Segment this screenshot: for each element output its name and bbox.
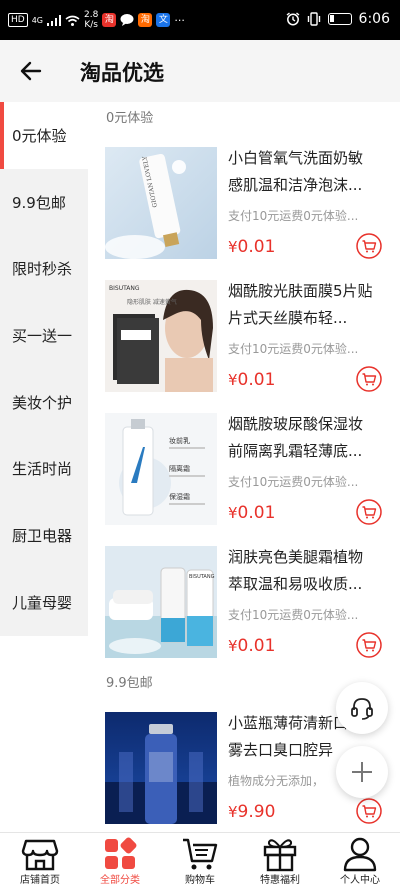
alarm-icon [286, 12, 299, 26]
sidebar-item-flash-sale[interactable]: 限时秒杀 [0, 235, 88, 302]
sidebar-item-buy-one-get-one[interactable]: 买一送一 [0, 302, 88, 369]
sidebar-item-lifestyle[interactable]: 生活时尚 [0, 435, 88, 502]
product-title: 烟酰胺玻尿酸保湿妆前隔离乳霜轻薄底... [228, 415, 364, 460]
plus-icon [352, 762, 372, 782]
svg-text:隔离霜: 隔离霜 [169, 464, 190, 473]
product-subtitle: 支付10元运费0元体验... [228, 209, 359, 223]
bottom-tab-bar: 店铺首页 全部分类 购物车 特惠福利 个人中心 [0, 832, 400, 888]
cart-icon [183, 838, 218, 870]
add-to-cart-icon[interactable] [356, 798, 382, 824]
tab-all-categories[interactable]: 全部分类 [80, 833, 160, 888]
sidebar-item-label: 厨卫电器 [12, 526, 73, 545]
tab-label: 全部分类 [100, 875, 140, 886]
user-icon [343, 837, 377, 872]
sidebar-item-label: 9.9包邮 [12, 193, 66, 212]
signal-label: 4G [31, 15, 43, 25]
battery-icon [327, 13, 352, 25]
product-card[interactable]: GIOTAN LOVELY 小白管氧气洗面奶敏感肌温和洁净泡沫... 支付10元… [88, 135, 400, 268]
product-subtitle: 支付10元运费0元体验... [228, 342, 359, 356]
product-card[interactable]: BISUTANG 隐形肌肤 减速黄气 烟酰胺光肤面膜5片贴片式天丝膜布轻... … [88, 268, 400, 401]
product-card[interactable]: 妆前乳 隔离霜 保湿霜 烟酰胺玻尿酸保湿妆前隔离乳霜轻薄底... 支付10元运费… [88, 401, 400, 534]
tab-label: 购物车 [185, 875, 215, 886]
product-image [105, 712, 217, 824]
sidebar-item-label: 0元体验 [12, 126, 67, 145]
hd-indicator: HD [8, 13, 28, 27]
tab-label: 特惠福利 [260, 875, 300, 886]
svg-text:BISUTANG: BISUTANG [189, 574, 215, 580]
svg-text:隐形肌肤 减速黄气: 隐形肌肤 减速黄气 [127, 298, 177, 306]
product-subtitle: 支付10元运费0元体验... [228, 608, 359, 622]
back-arrow-icon[interactable] [18, 58, 44, 84]
wifi-icon [65, 15, 80, 26]
taobao-app-icon: 淘 [138, 13, 153, 27]
section-header: 0元体验 [106, 111, 154, 126]
status-bar: HD 4G 2.8 K/s 淘 淘 文 ··· 6:06 [0, 0, 400, 40]
network-speed: 2.8 K/s [84, 10, 99, 30]
product-image: BISUTANG 隐形肌肤 减速黄气 [105, 280, 217, 392]
category-sidebar: 0元体验 9.9包邮 限时秒杀 买一送一 美妆个护 生活时尚 厨卫电器 儿童母婴 [0, 102, 88, 636]
more-notifications: ··· [174, 13, 185, 27]
svg-text:BISUTANG: BISUTANG [109, 285, 140, 292]
sidebar-item-beauty[interactable]: 美妆个护 [0, 369, 88, 436]
sidebar-item-appliances[interactable]: 厨卫电器 [0, 502, 88, 569]
product-price: ¥0.01 [228, 503, 276, 523]
svg-text:保湿霜: 保湿霜 [169, 492, 190, 501]
page-header: 淘品优选 [0, 40, 400, 102]
add-to-cart-icon[interactable] [356, 499, 382, 525]
product-title: 润肤亮色美腿霜植物萃取温和易吸收质... [228, 548, 364, 593]
product-price: ¥0.01 [228, 636, 276, 656]
sidebar-item-9-9-free-shipping[interactable]: 9.9包邮 [0, 169, 88, 236]
sidebar-item-label: 生活时尚 [12, 460, 73, 479]
translate-app-icon: 文 [156, 13, 171, 27]
product-title: 烟酰胺光肤面膜5片贴片式天丝膜布轻... [228, 282, 373, 327]
clock: 6:06 [358, 11, 390, 27]
shopping-app-icon: 淘 [102, 13, 117, 27]
product-title: 小白管氧气洗面奶敏感肌温和洁净泡沫... [228, 149, 364, 194]
product-price: ¥0.01 [228, 237, 276, 257]
sidebar-item-label: 儿童母婴 [12, 593, 73, 612]
add-button[interactable] [336, 746, 388, 798]
product-subtitle: 支付10元运费0元体验... [228, 475, 359, 489]
customer-service-button[interactable] [336, 682, 388, 734]
sidebar-item-label: 买一送一 [12, 326, 73, 345]
tab-label: 个人中心 [340, 875, 380, 886]
gift-icon [263, 839, 297, 872]
add-to-cart-icon[interactable] [356, 366, 382, 392]
sidebar-item-kids-baby[interactable]: 儿童母婴 [0, 569, 88, 636]
product-image: BISUTANG [105, 546, 217, 658]
store-icon [21, 839, 59, 871]
headset-icon [351, 698, 373, 720]
sidebar-item-label: 美妆个护 [12, 393, 73, 412]
product-price: ¥0.01 [228, 370, 276, 390]
add-to-cart-icon[interactable] [356, 233, 382, 259]
product-card[interactable]: BISUTANG 润肤亮色美腿霜植物萃取温和易吸收质... 支付10元运费0元体… [88, 534, 400, 667]
tab-special-offers[interactable]: 特惠福利 [240, 833, 320, 888]
product-image: GIOTAN LOVELY [105, 147, 217, 259]
tab-label: 店铺首页 [20, 875, 60, 886]
message-icon [120, 14, 134, 26]
sidebar-item-free-trial[interactable]: 0元体验 [0, 102, 88, 169]
vibrate-icon [307, 12, 320, 26]
product-price: ¥9.90 [228, 802, 276, 822]
tab-store-home[interactable]: 店铺首页 [0, 833, 80, 888]
signal-icon [47, 14, 61, 26]
sidebar-item-label: 限时秒杀 [12, 260, 73, 279]
tab-cart[interactable]: 购物车 [160, 833, 240, 888]
page-title: 淘品优选 [80, 61, 164, 85]
svg-text:妆前乳: 妆前乳 [169, 436, 190, 445]
product-image: 妆前乳 隔离霜 保湿霜 [105, 413, 217, 525]
add-to-cart-icon[interactable] [356, 632, 382, 658]
tab-user-center[interactable]: 个人中心 [320, 833, 400, 888]
category-icon [105, 837, 137, 869]
